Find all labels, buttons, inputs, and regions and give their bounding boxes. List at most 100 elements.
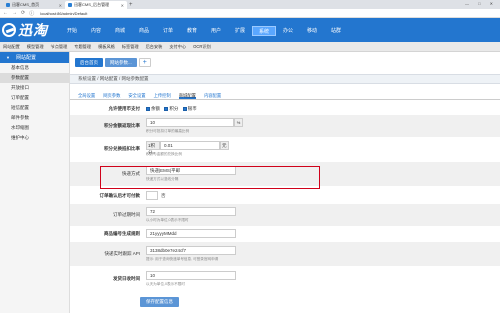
browser-tab-label: 迅客CMS_首页 — [12, 2, 40, 7]
highlight-box — [100, 166, 320, 189]
sidebar-item[interactable]: 邮件参数 — [0, 113, 69, 123]
sub-menu-item[interactable]: 模型管理 — [27, 44, 44, 50]
info-icon[interactable]: ⓘ — [29, 10, 34, 17]
reload-icon[interactable]: ⟳ — [21, 10, 25, 16]
sub-menu-item[interactable]: OCR识别 — [193, 44, 211, 50]
order-expire-input[interactable]: 72 — [146, 207, 236, 216]
browser-tab-strip: 迅客CMS_首页 ✕ 迅客CMS_后台管理 ✕ + — □ ✕ — [0, 0, 500, 9]
top-menu-item[interactable]: 内容 — [84, 26, 108, 36]
top-menu-item[interactable]: 办公 — [276, 26, 300, 36]
url-field[interactable]: localhost:86/admin/Default — [40, 11, 87, 16]
receive-days-label: 发货日收时间 — [113, 276, 140, 281]
settings-tab[interactable]: 网页参数 — [103, 92, 120, 99]
sidebar-item[interactable]: 短信配置 — [0, 103, 69, 113]
top-menu: 开始 内容 商城 商品 订单 教育 用户 扩展 系统 办公 移动 站群 — [60, 26, 348, 36]
top-menu-item[interactable]: 系统 — [252, 26, 276, 36]
product-code-label: 商品编号生成规则 — [104, 231, 140, 236]
points-exchange-prefix: 1积分= — [146, 141, 160, 155]
order-confirm-label: 订单确认后才可付款 — [99, 193, 141, 198]
form-row-points-ratio: 积分金额返现比率 10 % 积分可抵扣订单的最高比例 — [70, 115, 500, 137]
add-tab-button[interactable]: + — [138, 58, 151, 67]
sub-menu-item[interactable]: 模板风格 — [98, 44, 115, 50]
sidebar-item[interactable]: 维护中心 — [0, 133, 69, 143]
sub-menu-item[interactable]: 后台安装 — [146, 44, 163, 50]
settings-tab[interactable]: 全局设置 — [78, 92, 95, 99]
settings-tab[interactable]: 上传控制 — [154, 92, 171, 99]
browser-tab-2[interactable]: 迅客CMS_后台管理 ✕ — [65, 1, 127, 9]
order-expire-label: 订单过期时间 — [113, 212, 140, 217]
close-icon[interactable]: ✕ — [59, 3, 62, 8]
chevron-down-icon: ▼ — [6, 55, 10, 60]
points-ratio-hint: 积分可抵扣订单的最高比例 — [146, 129, 190, 133]
top-menu-item[interactable]: 站群 — [324, 26, 348, 36]
sub-menu-item[interactable]: 专题管理 — [74, 44, 91, 50]
form-row-express-api: 快递实时跟踪 API 3138db0e7e24cf7 提示: 用于查询快递单号信… — [70, 242, 500, 266]
order-expire-hint: 以小时为单位,0表示不限时 — [146, 218, 189, 222]
forward-icon[interactable]: → — [12, 10, 17, 16]
express-api-hint: 提示: 用于查询快递单号信息, 可登录官网申请 — [146, 257, 219, 261]
settings-tabs: 全局设置 网页参数 安全设置 上传控制 商城配置 内容配置 — [70, 92, 500, 100]
top-menu-item[interactable]: 开始 — [60, 26, 84, 36]
express-api-label: 快递实时跟踪 API — [104, 251, 140, 256]
order-confirm-value: 否 — [161, 193, 166, 198]
favicon-icon — [68, 3, 72, 7]
sidebar-header-label: 网站配置 — [15, 55, 36, 61]
checkbox-balance[interactable]: 余额 — [146, 106, 160, 112]
form-row-order-confirm: 订单确认后才可付款 否 — [70, 190, 500, 202]
browser-tab-1[interactable]: 迅客CMS_首页 ✕ — [3, 1, 65, 9]
sub-menu-item[interactable]: 支付中心 — [169, 44, 186, 50]
toggle-switch[interactable] — [146, 191, 158, 200]
breadcrumb: 系统设置 / 网站配置 / 网站参数配置 — [70, 74, 500, 84]
address-bar-row: ← → ⟳ ⓘ localhost:86/admin/Default — [0, 9, 500, 18]
form-row-order-expire: 订单过期时间 72 以小时为单位,0表示不限时 — [70, 204, 500, 226]
form-row-product-code: 商品编号生成规则 21yyyyMMdd — [70, 227, 500, 241]
receive-days-input[interactable]: 10 — [146, 271, 236, 280]
logo-mark-icon — [2, 23, 16, 37]
points-ratio-label: 积分金额返现比率 — [104, 123, 140, 128]
express-api-input[interactable]: 3138db0e7e24cf7 — [146, 246, 236, 255]
close-icon[interactable]: ✕ — [121, 3, 124, 8]
sidebar-item[interactable]: 基本信息 — [0, 63, 69, 73]
sidebar-header[interactable]: ▼ 网站配置 — [0, 52, 69, 63]
top-menu-item[interactable]: 教育 — [180, 26, 204, 36]
top-menu-item[interactable]: 商城 — [108, 26, 132, 36]
favicon-icon — [6, 3, 10, 7]
back-icon[interactable]: ← — [3, 10, 8, 16]
save-button[interactable]: 保存配置信息 — [140, 297, 179, 307]
points-ratio-input[interactable]: 10 — [146, 118, 234, 127]
sub-menu-item[interactable]: 节点管理 — [51, 44, 68, 50]
sub-menu-item[interactable]: 网站配置 — [3, 44, 20, 50]
sidebar-item[interactable]: 水印缩图 — [0, 123, 69, 133]
top-menu-item[interactable]: 扩展 — [228, 26, 252, 36]
top-menu-item[interactable]: 移动 — [300, 26, 324, 36]
sub-menu-item[interactable]: 标签管理 — [122, 44, 139, 50]
form-row-receive-days: 发货日收时间 10 以天为单位,0表示不限时 — [70, 268, 500, 290]
points-exchange-input[interactable]: 0.01 — [160, 141, 220, 150]
sidebar-item[interactable]: 开放接口 — [0, 83, 69, 93]
receive-days-hint: 以天为单位,0表示不限时 — [146, 282, 185, 286]
sidebar: ▼ 网站配置 基本信息 参数配置 开放接口 订单配置 短信配置 邮件参数 水印缩图 维护中心 — [0, 52, 70, 313]
points-exchange-label: 积分兑换抵扣比率 — [104, 146, 140, 151]
settings-tab[interactable]: 商城配置 — [178, 92, 196, 99]
points-exchange-hint: 积分与金额的兑换比例 — [146, 152, 182, 156]
product-code-input[interactable]: 21yyyyMMdd — [146, 229, 236, 238]
sub-menu: 网站配置 模型管理 节点管理 专题管理 模板风格 标签管理 后台安装 支付中心 OCR识别 — [0, 42, 500, 52]
app-header: 迅淘 开始 内容 商城 商品 订单 教育 用户 扩展 系统 办公 移动 站群 — [0, 18, 500, 42]
form-row-pay: 允许使用币支付 余额 积分 银币 — [70, 104, 500, 114]
settings-tab[interactable]: 安全设置 — [128, 92, 145, 99]
sidebar-item[interactable]: 订单配置 — [0, 93, 69, 103]
window-controls[interactable]: — □ ✕ — [465, 1, 497, 6]
sidebar-item[interactable]: 参数配置 — [0, 73, 69, 83]
checkbox-coin[interactable]: 银币 — [182, 106, 197, 112]
main-content: 后台首页 网站参数... + 系统设置 / 网站配置 / 网站参数配置 全局设置… — [70, 52, 500, 313]
checkbox-points[interactable]: 积分 — [164, 106, 178, 112]
top-menu-item[interactable]: 用户 — [204, 26, 228, 36]
top-menu-item[interactable]: 商品 — [132, 26, 156, 36]
logo-text: 迅淘 — [18, 23, 48, 39]
percent-unit: % — [234, 118, 243, 127]
top-menu-item[interactable]: 订单 — [156, 26, 180, 36]
new-tab-button[interactable]: + — [129, 1, 133, 9]
settings-tab[interactable]: 内容配置 — [204, 92, 221, 99]
page-tab-params[interactable]: 网站参数... — [105, 58, 137, 67]
page-tab-home[interactable]: 后台首页 — [75, 58, 103, 67]
